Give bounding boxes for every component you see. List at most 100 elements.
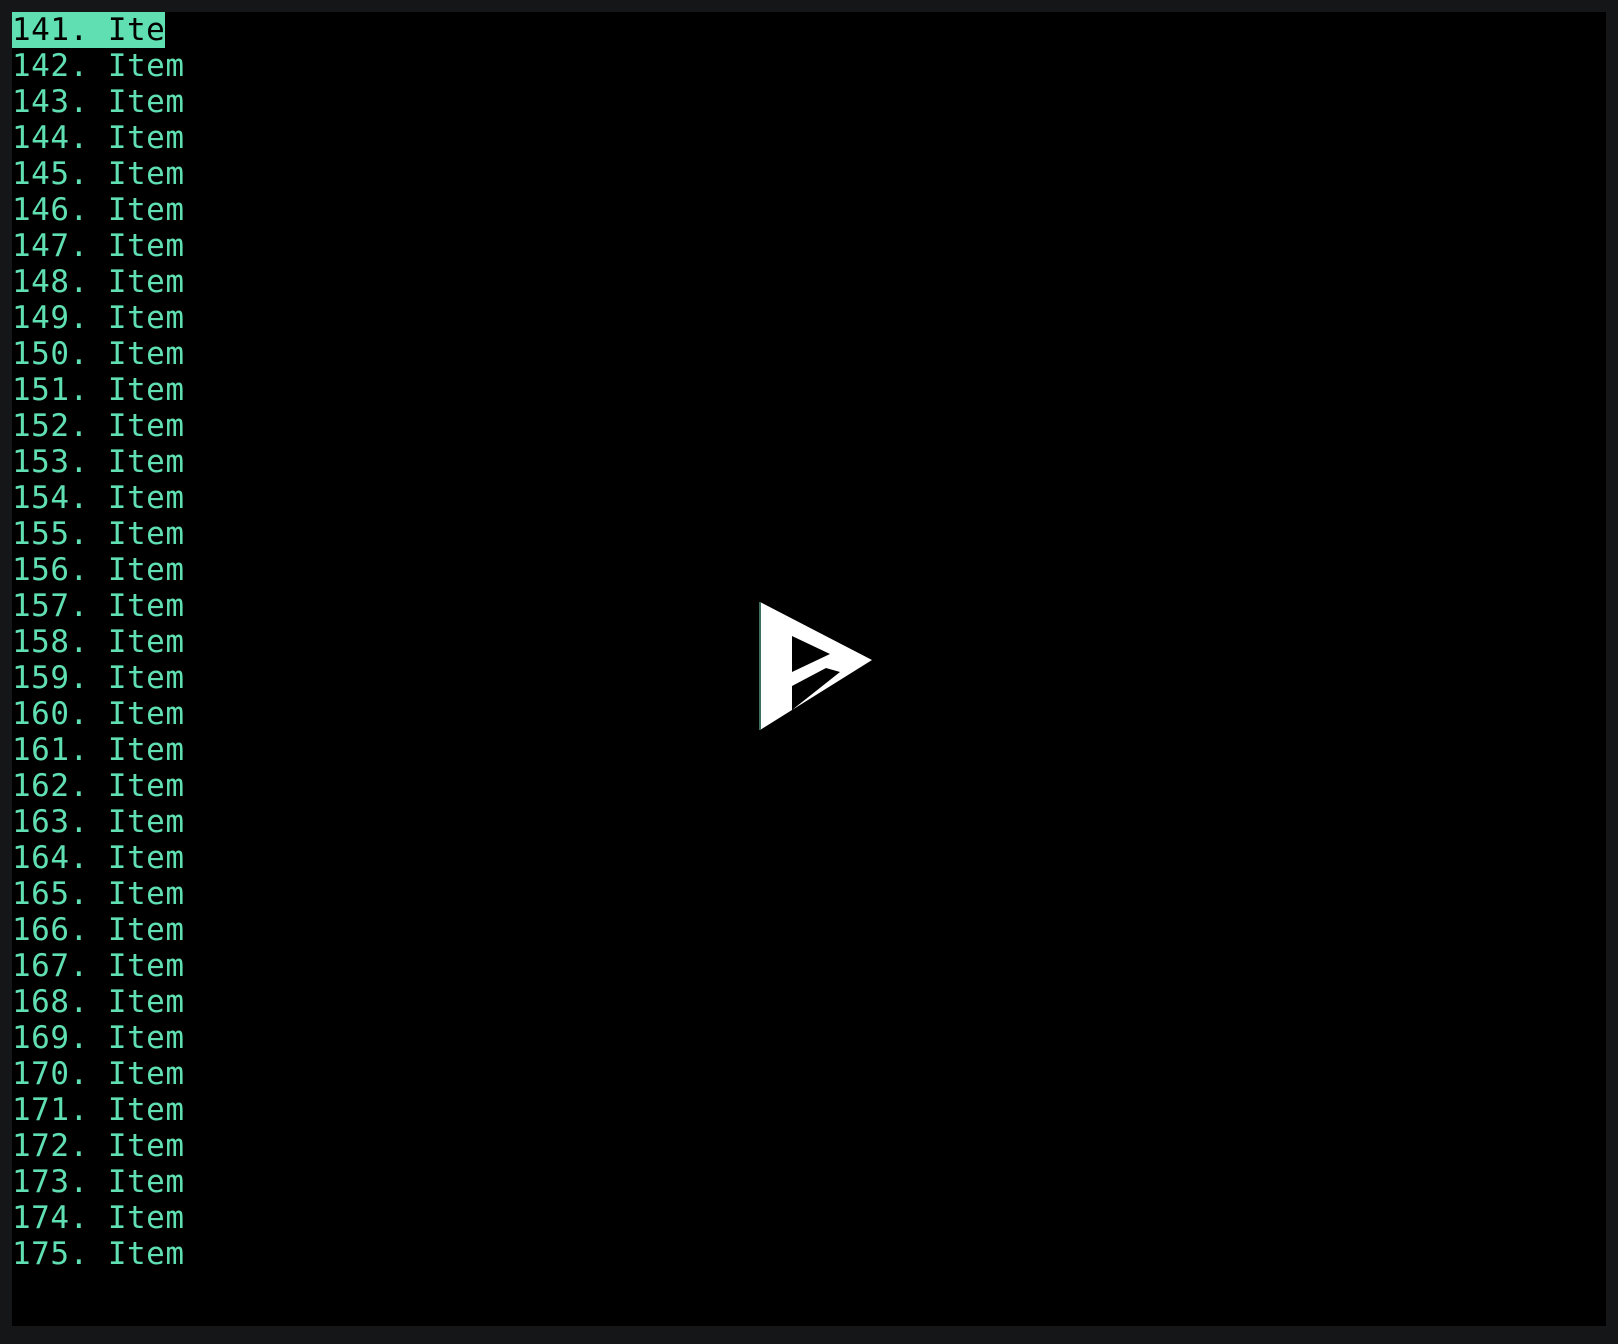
list-item-index: 149. bbox=[12, 300, 89, 336]
list-item[interactable]: 157. Item bbox=[12, 588, 184, 624]
list-item-label: Item bbox=[107, 192, 185, 228]
play-overlay[interactable] bbox=[748, 590, 884, 730]
list-item-index: 142. bbox=[12, 48, 89, 84]
list-item[interactable]: 175. Item bbox=[12, 1236, 184, 1272]
play-icon-body bbox=[760, 602, 872, 730]
list-item[interactable]: 159. Item bbox=[12, 660, 184, 696]
list-item-label: Item bbox=[107, 264, 185, 300]
list-item-label: Item bbox=[107, 876, 185, 912]
list-item[interactable]: 160. Item bbox=[12, 696, 184, 732]
list-item-index: 158. bbox=[12, 624, 89, 660]
list-item[interactable]: 163. Item bbox=[12, 804, 184, 840]
list-item-label: Item bbox=[107, 48, 185, 84]
list-item-label: Item bbox=[107, 696, 185, 732]
list-item[interactable]: 166. Item bbox=[12, 912, 184, 948]
list-item-index: 174. bbox=[12, 1200, 89, 1236]
list-item[interactable]: 156. Item bbox=[12, 552, 184, 588]
list-item-label: Item bbox=[107, 1164, 185, 1200]
list-item[interactable]: 173. Item bbox=[12, 1164, 184, 1200]
list-item-index: 141. bbox=[12, 12, 89, 48]
list-item-label: Item bbox=[107, 660, 185, 696]
list-item[interactable]: 143. Item bbox=[12, 84, 184, 120]
list-item-label: Item bbox=[107, 588, 185, 624]
list-item[interactable]: 148. Item bbox=[12, 264, 184, 300]
list-item[interactable]: 158. Item bbox=[12, 624, 184, 660]
list-item-label: Item bbox=[107, 84, 185, 120]
list-item-index: 171. bbox=[12, 1092, 89, 1128]
list-item-label: Item bbox=[107, 912, 185, 948]
list-item[interactable]: 174. Item bbox=[12, 1200, 184, 1236]
list-item[interactable]: 154. Item bbox=[12, 480, 184, 516]
play-icon[interactable] bbox=[748, 590, 884, 730]
list-item[interactable]: 161. Item bbox=[12, 732, 184, 768]
list-item-label: Item bbox=[107, 1128, 185, 1164]
list-item-label: Item bbox=[107, 1092, 185, 1128]
list-item-index: 156. bbox=[12, 552, 89, 588]
list-item-index: 170. bbox=[12, 1056, 89, 1092]
list-item-index: 151. bbox=[12, 372, 89, 408]
list-item-label: Item bbox=[107, 336, 185, 372]
terminal-screen[interactable]: 141. Item 142. Item 143. Item 144. Item 145.… bbox=[12, 12, 1606, 1326]
item-list[interactable]: 141. Item 142. Item 143. Item 144. Item 145.… bbox=[12, 12, 612, 1272]
list-item-index: 175. bbox=[12, 1236, 89, 1272]
list-item[interactable]: 171. Item bbox=[12, 1092, 184, 1128]
list-item-index: 152. bbox=[12, 408, 89, 444]
list-item-index: 159. bbox=[12, 660, 89, 696]
list-item-index: 168. bbox=[12, 984, 89, 1020]
list-item-label: Item bbox=[107, 1020, 185, 1056]
list-item[interactable]: 150. Item bbox=[12, 336, 184, 372]
list-item[interactable]: 141. Item bbox=[12, 12, 184, 48]
list-item-index: 146. bbox=[12, 192, 89, 228]
app-window: 141. Item 142. Item 143. Item 144. Item 145.… bbox=[0, 0, 1618, 1344]
list-item-label: Item bbox=[107, 552, 185, 588]
list-item-label: Item bbox=[107, 372, 185, 408]
list-item-index: 154. bbox=[12, 480, 89, 516]
list-item-index: 173. bbox=[12, 1164, 89, 1200]
list-item-label: Item bbox=[107, 12, 185, 48]
list-item[interactable]: 162. Item bbox=[12, 768, 184, 804]
list-item[interactable]: 144. Item bbox=[12, 120, 184, 156]
list-item-index: 167. bbox=[12, 948, 89, 984]
list-item-label: Item bbox=[107, 516, 185, 552]
list-item-label: Item bbox=[107, 120, 185, 156]
list-item[interactable]: 164. Item bbox=[12, 840, 184, 876]
list-item-index: 164. bbox=[12, 840, 89, 876]
list-item-label: Item bbox=[107, 624, 185, 660]
list-item-index: 148. bbox=[12, 264, 89, 300]
list-item-index: 169. bbox=[12, 1020, 89, 1056]
list-item-index: 147. bbox=[12, 228, 89, 264]
list-item-label: Item bbox=[107, 408, 185, 444]
list-item[interactable]: 145. Item bbox=[12, 156, 184, 192]
list-item[interactable]: 167. Item bbox=[12, 948, 184, 984]
list-item-label: Item bbox=[107, 768, 185, 804]
list-item-label: Item bbox=[107, 1236, 185, 1272]
list-item-index: 160. bbox=[12, 696, 89, 732]
list-item-index: 166. bbox=[12, 912, 89, 948]
list-item-index: 161. bbox=[12, 732, 89, 768]
list-item[interactable]: 146. Item bbox=[12, 192, 184, 228]
list-item[interactable]: 155. Item bbox=[12, 516, 184, 552]
list-item[interactable]: 142. Item bbox=[12, 48, 184, 84]
play-icon-edge bbox=[759, 602, 761, 730]
list-item[interactable]: 153. Item bbox=[12, 444, 184, 480]
list-item-label: Item bbox=[107, 804, 185, 840]
list-item[interactable]: 152. Item bbox=[12, 408, 184, 444]
list-item-label: Item bbox=[107, 156, 185, 192]
list-item[interactable]: 169. Item bbox=[12, 1020, 184, 1056]
list-item-index: 172. bbox=[12, 1128, 89, 1164]
list-item-label: Item bbox=[107, 984, 185, 1020]
list-item[interactable]: 147. Item bbox=[12, 228, 184, 264]
list-item[interactable]: 168. Item bbox=[12, 984, 184, 1020]
list-item[interactable]: 149. Item bbox=[12, 300, 184, 336]
list-item-index: 145. bbox=[12, 156, 89, 192]
list-item-index: 144. bbox=[12, 120, 89, 156]
list-item-label: Item bbox=[107, 1056, 185, 1092]
list-item[interactable]: 170. Item bbox=[12, 1056, 184, 1092]
list-item[interactable]: 165. Item bbox=[12, 876, 184, 912]
list-item-index: 163. bbox=[12, 804, 89, 840]
list-item-label: Item bbox=[107, 732, 185, 768]
list-item[interactable]: 172. Item bbox=[12, 1128, 184, 1164]
list-item-index: 143. bbox=[12, 84, 89, 120]
list-item-label: Item bbox=[107, 1200, 185, 1236]
list-item[interactable]: 151. Item bbox=[12, 372, 184, 408]
